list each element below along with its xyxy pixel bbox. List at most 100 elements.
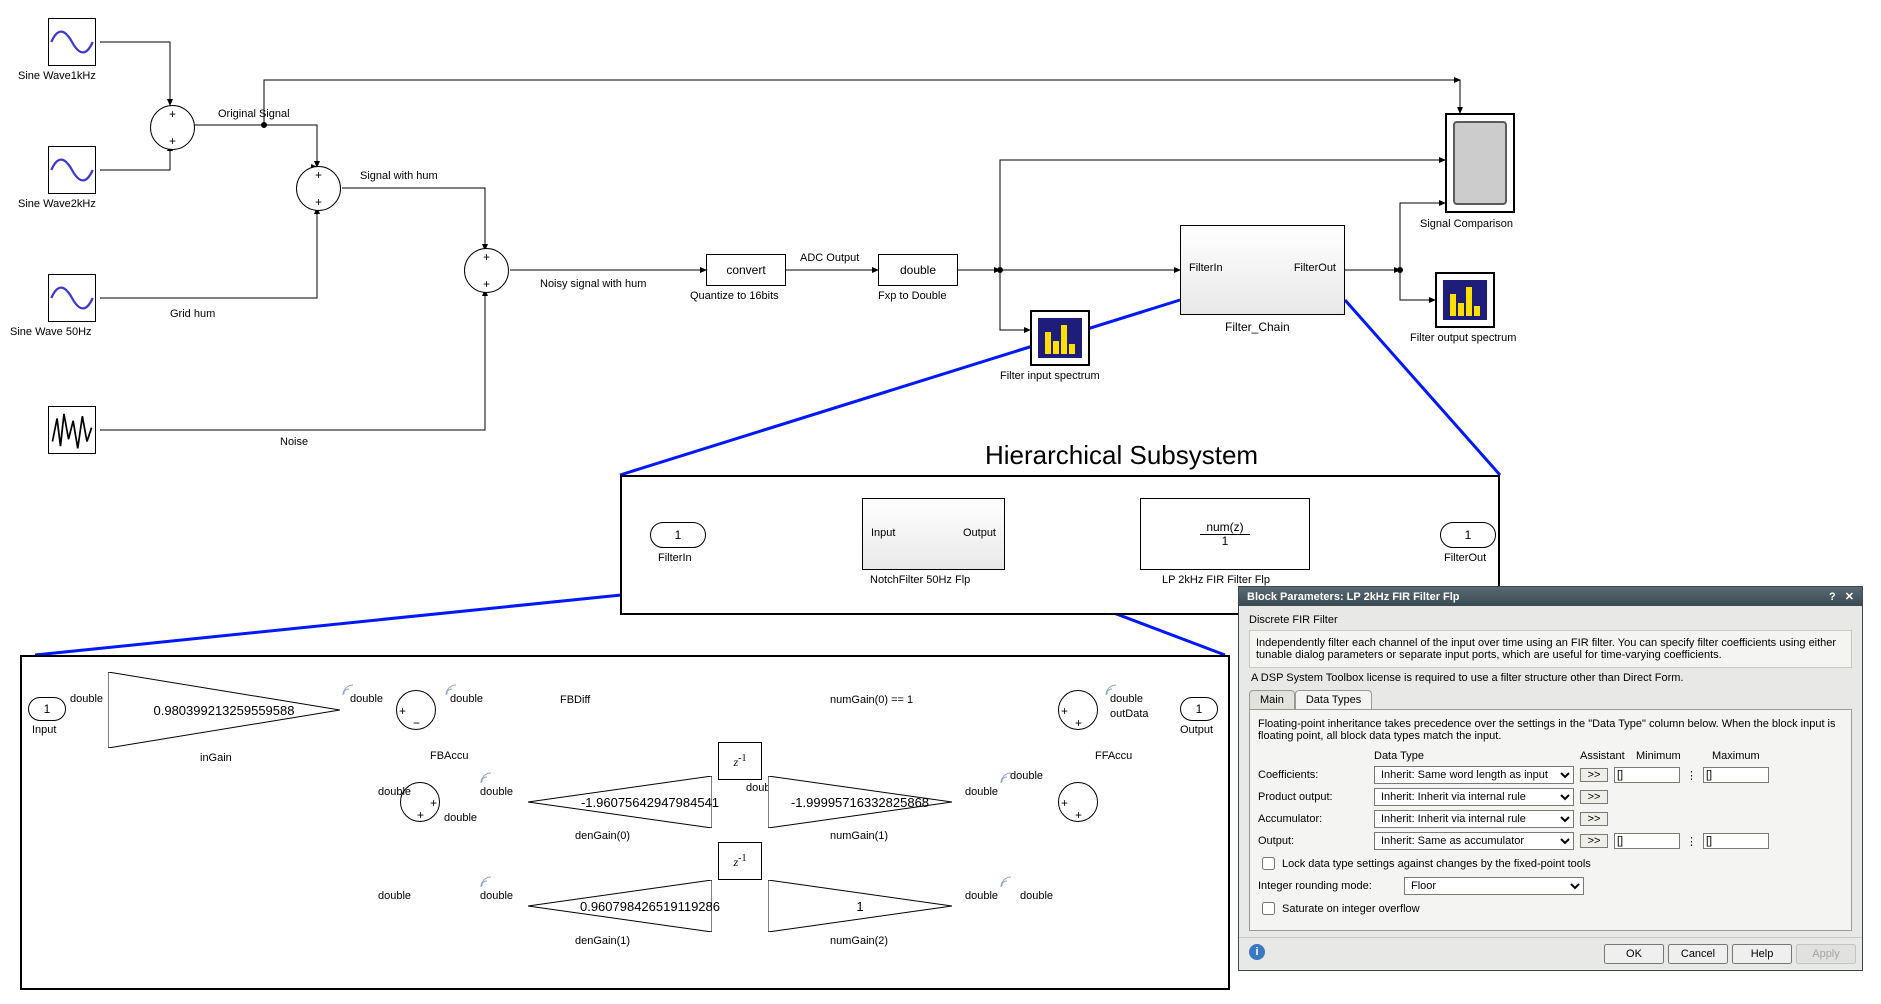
outdata-sum[interactable]: ++ [1058,690,1098,730]
dengain0-value: -1.96075642947984541 [528,776,742,828]
col-assistant: Assistant [1580,750,1630,762]
sum-signal-with-hum[interactable]: ++ [296,166,341,211]
sig-double-ng1b: double [1010,770,1043,782]
dengain0-block[interactable]: -1.96075642947984541 [528,776,712,828]
subsystem-filterout-label: FilterOut [1444,552,1486,564]
sine-wave-2khz-label: Sine Wave2kHz [18,198,96,210]
row-coefficients-max[interactable] [1703,767,1769,783]
notch-output-label: Output [963,527,996,539]
notch-input-port-num: 1 [44,702,51,716]
grid-hum-label: Grid hum [170,308,215,320]
dialog-description-2: A DSP System Toolbox license is required… [1251,672,1850,684]
sine-wave-1khz-block[interactable] [48,18,96,66]
notch-input-port[interactable]: 1 [28,697,66,721]
sine-wave-50hz-block[interactable] [48,274,96,322]
sig-double-dg1a: double [480,890,513,902]
sum-original-signal[interactable]: ++ [150,105,195,150]
info-icon[interactable]: i [1249,944,1265,960]
numgain2-value: 1 [768,880,982,932]
notch-filter-subsystem[interactable]: Input Output [862,498,1005,570]
col-data-type: Data Type [1374,750,1574,762]
signal-log-icon [1105,684,1117,696]
filter-output-spectrum-scope[interactable] [1435,272,1495,328]
signal-log-icon [1000,772,1012,784]
row-coefficients-min[interactable] [1614,767,1680,783]
sine-wave-50hz-label: Sine Wave 50Hz [10,326,92,338]
row-product-output-select[interactable]: Inherit: Inherit via internal rule [1374,788,1574,806]
row-product-output-label: Product output: [1258,791,1368,803]
sine-wave-2khz-block[interactable] [48,146,96,194]
row-output-select[interactable]: Inherit: Same as accumulator [1374,832,1574,850]
rounding-mode-select[interactable]: Floor [1404,877,1584,895]
fbdiff-sum[interactable]: +− [396,690,436,730]
row-output-assistant[interactable]: >> [1580,834,1608,848]
sig-double-1: double [70,693,103,705]
dengain1-block[interactable]: 0.960798426519119286 [528,880,712,932]
original-signal-label: Original Signal [218,108,290,120]
saturate-checkbox[interactable] [1262,902,1275,915]
lock-data-type-checkbox[interactable] [1262,857,1275,870]
numgain1-value: -1.99995716332825868 [768,776,982,828]
signal-comparison-label: Signal Comparison [1420,218,1513,230]
dengain1-value: 0.960798426519119286 [528,880,742,932]
row-accumulator-select[interactable]: Inherit: Inherit via internal rule [1374,810,1574,828]
dengain1-label: denGain(1) [575,935,630,947]
signal-log-icon [480,876,492,888]
row-output-max[interactable] [1703,833,1769,849]
quantize-label: Quantize to 16bits [690,290,779,302]
filter-chain-subsystem[interactable]: FilterIn FilterOut [1180,225,1345,315]
notch-output-port-num: 1 [1196,702,1203,716]
row-output-min[interactable] [1614,833,1680,849]
noise-source-block[interactable] [48,406,96,454]
notch-output-port[interactable]: 1 [1180,697,1218,721]
dialog-help-icon[interactable]: ? [1829,591,1836,603]
notch-output-label: Output [1180,724,1213,736]
quantize-convert-block[interactable]: convert [706,254,786,286]
sig-double-ng2b: double [1020,890,1053,902]
numgain1-block[interactable]: -1.99995716332825868 [768,776,952,828]
subsystem-filterin-label: FilterIn [658,552,692,564]
fir-filter-block[interactable]: num(z) 1 [1140,498,1310,570]
numgain2-block[interactable]: 1 [768,880,952,932]
convert-text: convert [726,263,765,277]
spinner-icon[interactable]: ⋮ [1686,769,1697,782]
tab-data-types[interactable]: Data Types [1295,690,1372,709]
row-product-output-assistant[interactable]: >> [1580,790,1608,804]
dialog-description-1: Independently filter each channel of the… [1249,630,1852,668]
spinner-icon[interactable]: ⋮ [1686,835,1697,848]
ok-button[interactable]: OK [1604,944,1664,964]
fir-numerator: num(z) [1200,520,1249,535]
unit-delay-2[interactable]: z-1 [718,842,762,880]
tab-main[interactable]: Main [1249,690,1295,709]
signal-comparison-scope[interactable] [1445,113,1515,213]
fbdiff-label: FBDiff [560,694,590,706]
apply-button[interactable]: Apply [1796,944,1856,964]
fxp-to-double-block[interactable]: double [878,254,958,286]
signal-with-hum-label: Signal with hum [360,170,438,182]
rounding-mode-label: Integer rounding mode: [1258,880,1398,892]
sig-double-ng1: double [965,786,998,798]
row-coefficients-select[interactable]: Inherit: Same word length as input [1374,766,1574,784]
row-coefficients-assistant[interactable]: >> [1580,768,1608,782]
noise-label: Noise [280,436,308,448]
numgain2-label: numGain(2) [830,935,888,947]
ffaccu-sum[interactable]: ++ [1058,782,1098,822]
filter-chain-label: Filter_Chain [1225,320,1290,334]
fir-filter-label: LP 2kHz FIR Filter Flp [1162,574,1270,586]
numgain1-label: numGain(1) [830,830,888,842]
subsystem-filterin-port[interactable]: 1 [650,522,706,548]
numgain0-label: numGain(0) == 1 [830,694,913,706]
row-accumulator-assistant[interactable]: >> [1580,812,1608,826]
unit-delay-1[interactable]: z-1 [718,742,762,780]
sig-double-dg0: double [480,786,513,798]
ingain-block[interactable]: 0.980399213259559588 [108,672,340,748]
filter-chain-outport-label: FilterOut [1294,262,1336,274]
subsystem-filterout-port[interactable]: 1 [1440,522,1496,548]
filter-input-spectrum-scope[interactable] [1030,310,1090,366]
block-parameters-dialog[interactable]: Block Parameters: LP 2kHz FIR Filter Flp… [1238,586,1863,971]
help-button[interactable]: Help [1732,944,1792,964]
signal-log-icon [480,772,492,784]
dialog-close-icon[interactable]: ✕ [1845,591,1854,603]
sum-noisy-signal[interactable]: ++ [464,248,509,293]
cancel-button[interactable]: Cancel [1668,944,1728,964]
